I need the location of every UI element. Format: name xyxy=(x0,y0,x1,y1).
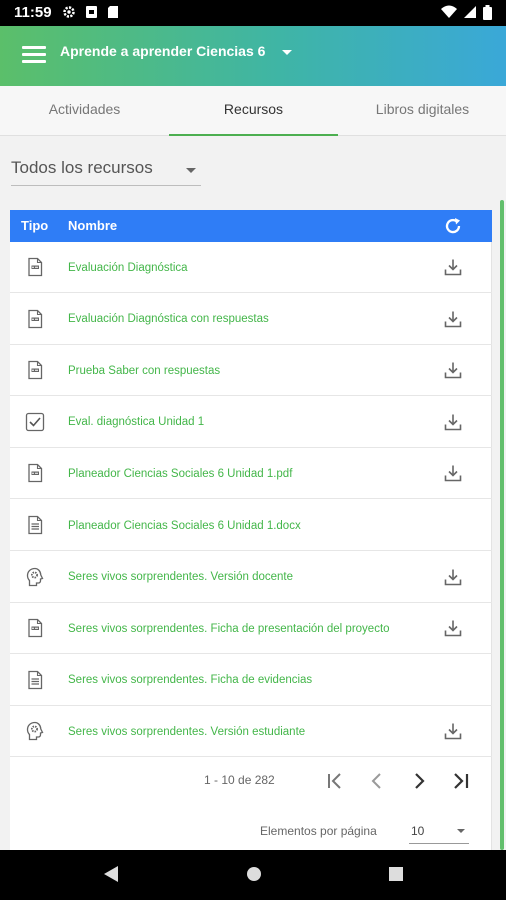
pdf-file-icon xyxy=(28,361,43,380)
course-dropdown-icon[interactable] xyxy=(282,50,292,55)
download-icon[interactable] xyxy=(443,463,463,483)
pdf-file-icon xyxy=(28,464,43,483)
table-row[interactable]: Prueba Saber con respuestas xyxy=(10,345,492,397)
resource-filter-value: Todos los recursos xyxy=(11,158,153,177)
download-icon[interactable] xyxy=(443,412,463,432)
status-time: 11:59 xyxy=(14,4,52,21)
column-header-tipo: Tipo xyxy=(21,218,49,233)
status-right-icons xyxy=(441,5,492,20)
first-page-icon[interactable] xyxy=(324,770,346,792)
battery-icon xyxy=(483,5,492,20)
signal-icon xyxy=(464,6,476,18)
resource-name[interactable]: Prueba Saber con respuestas xyxy=(68,345,408,396)
resources-table: Tipo Nombre Evaluación Diagnóstica Evalua… xyxy=(10,210,492,850)
pagination-range: 1 - 10 de 282 xyxy=(204,773,275,787)
scrollbar[interactable] xyxy=(500,200,504,850)
items-per-page-value: 10 xyxy=(411,824,425,838)
home-icon[interactable] xyxy=(244,864,264,884)
pagination: 1 - 10 de 282 xyxy=(10,760,492,800)
resource-name[interactable]: Seres vivos sorprendentes. Versión estud… xyxy=(68,706,408,757)
course-title[interactable]: Aprende a aprender Ciencias 6 xyxy=(60,43,265,59)
items-per-page-label: Elementos por página xyxy=(260,824,377,838)
previous-page-icon[interactable] xyxy=(366,770,388,792)
last-page-icon[interactable] xyxy=(450,770,472,792)
menu-button[interactable] xyxy=(22,46,46,66)
hamburger-icon-line xyxy=(22,60,46,63)
hamburger-icon-line xyxy=(22,53,46,56)
status-icons xyxy=(62,5,119,19)
resource-name[interactable]: Planeador Ciencias Sociales 6 Unidad 1.d… xyxy=(68,500,408,551)
settings-icon xyxy=(63,6,75,18)
back-icon[interactable] xyxy=(102,864,120,884)
tab-libros-digitales[interactable]: Libros digitales xyxy=(338,86,506,136)
system-nav-bar xyxy=(0,850,506,900)
pdf-file-icon xyxy=(28,309,43,328)
download-icon[interactable] xyxy=(443,618,463,638)
app-bar: Aprende a aprender Ciencias 6 xyxy=(0,26,506,86)
head-gear-icon xyxy=(26,722,44,741)
resource-name[interactable]: Evaluación Diagnóstica con respuestas xyxy=(68,294,408,345)
tab-bar: Actividades Recursos Libros digitales xyxy=(0,86,506,136)
download-icon[interactable] xyxy=(443,721,463,741)
head-gear-icon xyxy=(26,567,44,586)
pdf-file-icon xyxy=(28,257,43,277)
doc-file-icon xyxy=(28,670,43,689)
table-row[interactable]: Seres vivos sorprendentes. Versión estud… xyxy=(10,706,492,758)
resource-name[interactable]: Seres vivos sorprendentes. Ficha de evid… xyxy=(68,655,408,706)
status-bar: 11:59 xyxy=(0,0,506,26)
refresh-icon[interactable] xyxy=(443,216,463,236)
notification-square-icon xyxy=(86,6,97,18)
download-icon[interactable] xyxy=(443,309,463,329)
pdf-file-icon xyxy=(28,619,43,638)
tab-actividades[interactable]: Actividades xyxy=(0,86,169,136)
chevron-down-icon xyxy=(457,829,465,833)
tab-recursos[interactable]: Recursos xyxy=(169,86,338,136)
column-header-nombre: Nombre xyxy=(68,218,118,233)
resource-name[interactable]: Seres vivos sorprendentes. Ficha de pres… xyxy=(68,603,408,654)
table-row[interactable]: Planeador Ciencias Sociales 6 Unidad 1.d… xyxy=(10,500,492,551)
table-row[interactable]: Eval. diagnóstica Unidad 1 xyxy=(10,397,492,448)
checkbox-icon xyxy=(25,412,45,431)
hamburger-icon-line xyxy=(22,46,46,49)
resource-name[interactable]: Seres vivos sorprendentes. Versión docen… xyxy=(68,552,408,603)
table-header: Tipo Nombre xyxy=(10,210,492,242)
table-row[interactable]: Evaluación Diagnóstica xyxy=(10,242,492,293)
sd-card-icon xyxy=(108,6,118,18)
wifi-icon xyxy=(441,5,457,18)
doc-file-icon xyxy=(28,515,43,535)
chevron-down-icon xyxy=(186,168,196,173)
download-icon[interactable] xyxy=(443,360,463,380)
table-row[interactable]: Evaluación Diagnóstica con respuestas xyxy=(10,294,492,345)
table-row[interactable]: Planeador Ciencias Sociales 6 Unidad 1.p… xyxy=(10,448,492,500)
download-icon[interactable] xyxy=(443,257,463,277)
items-per-page-select[interactable]: 10 xyxy=(409,818,469,844)
table-row[interactable]: Seres vivos sorprendentes. Versión docen… xyxy=(10,552,492,603)
table-row[interactable]: Seres vivos sorprendentes. Ficha de evid… xyxy=(10,655,492,706)
download-icon[interactable] xyxy=(443,567,463,587)
resource-filter-select[interactable]: Todos los recursos xyxy=(11,150,201,186)
resource-name[interactable]: Planeador Ciencias Sociales 6 Unidad 1.p… xyxy=(68,448,408,499)
resource-name[interactable]: Eval. diagnóstica Unidad 1 xyxy=(68,397,408,448)
next-page-icon[interactable] xyxy=(408,770,430,792)
resource-name[interactable]: Evaluación Diagnóstica xyxy=(68,242,408,293)
table-row[interactable]: Seres vivos sorprendentes. Ficha de pres… xyxy=(10,603,492,655)
recents-icon[interactable] xyxy=(387,864,405,884)
